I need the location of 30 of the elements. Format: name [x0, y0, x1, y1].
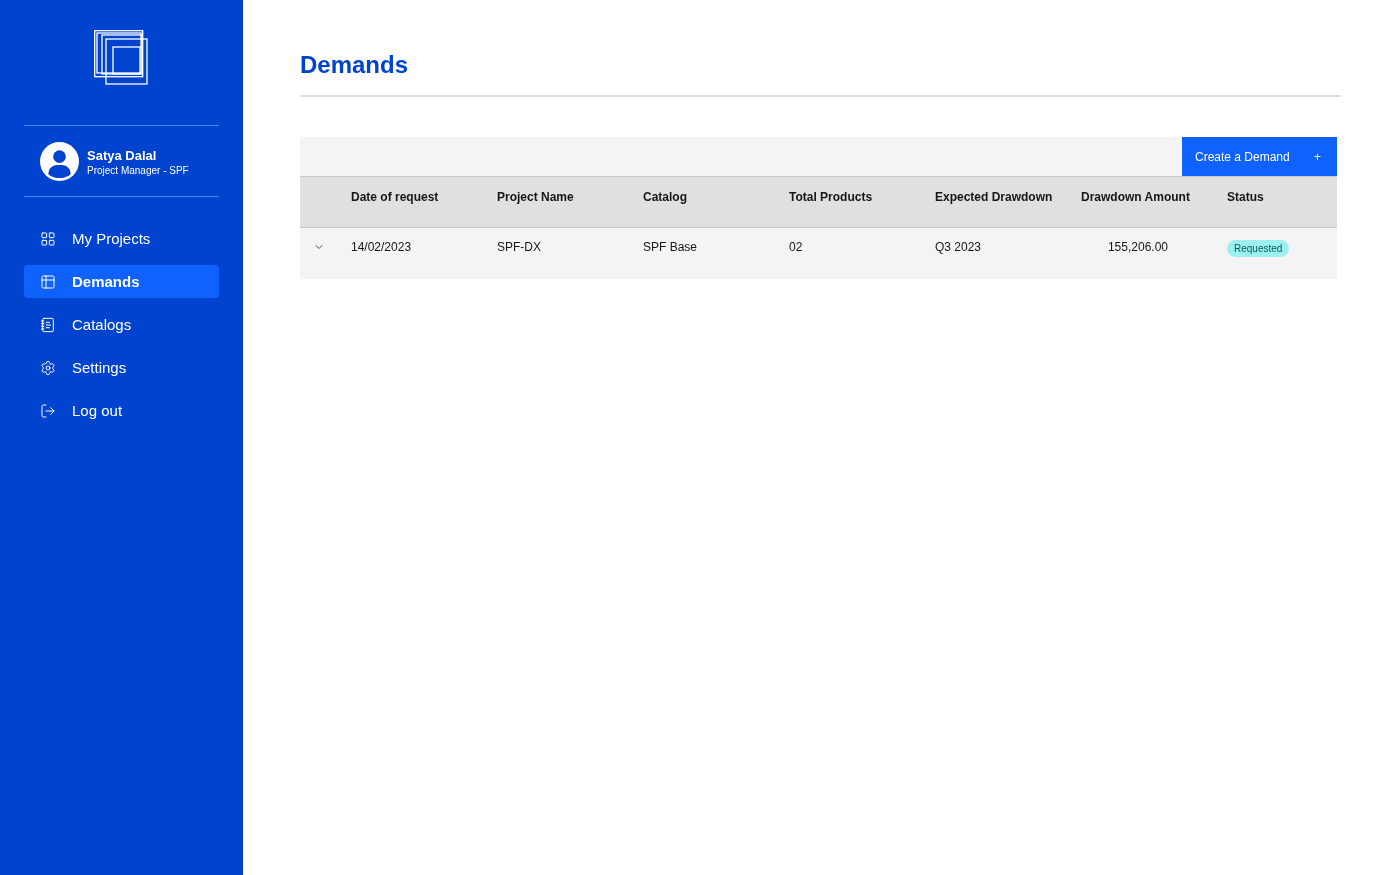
column-header: Catalog [643, 189, 687, 204]
column-header: Expected Drawdown [935, 189, 1053, 204]
nav-item[interactable]: My Projects [24, 222, 219, 255]
status-tag: Requested [1227, 240, 1290, 257]
column-header: Total Products [789, 189, 873, 204]
logout-icon [40, 402, 56, 419]
grid-icon [40, 230, 56, 247]
page-title: Demands [300, 50, 409, 80]
table-cell: 02 [789, 240, 803, 254]
notebook-icon [40, 316, 56, 333]
column-header: Date of request [351, 189, 439, 204]
table-icon [40, 273, 56, 290]
column-header: Drawdown Amount [1081, 189, 1190, 204]
create-demand-button[interactable]: Create a Demand + [1182, 137, 1337, 176]
squares-logo-icon [94, 30, 149, 85]
column-header: Status [1227, 189, 1264, 204]
user-avatar-icon [40, 142, 79, 181]
nav-item[interactable]: Catalogs [24, 308, 219, 341]
column-header: Project Name [497, 189, 574, 204]
nav-item[interactable]: Settings [24, 351, 219, 384]
table-cell: 155,206.00 [1107, 240, 1168, 254]
table-cell: Q3 2023 [935, 240, 982, 254]
table-cell: 14/02/2023 [351, 240, 412, 254]
user-role: Project Manager - SPF [87, 164, 189, 176]
nav-item[interactable]: Log out [24, 394, 219, 427]
nav-item[interactable]: Demands [24, 265, 219, 298]
table-cell: SPF-DX [497, 240, 541, 254]
settings-icon [40, 359, 56, 376]
table-cell: SPF Base [643, 240, 698, 254]
user-name: Satya Dalal [87, 147, 158, 163]
